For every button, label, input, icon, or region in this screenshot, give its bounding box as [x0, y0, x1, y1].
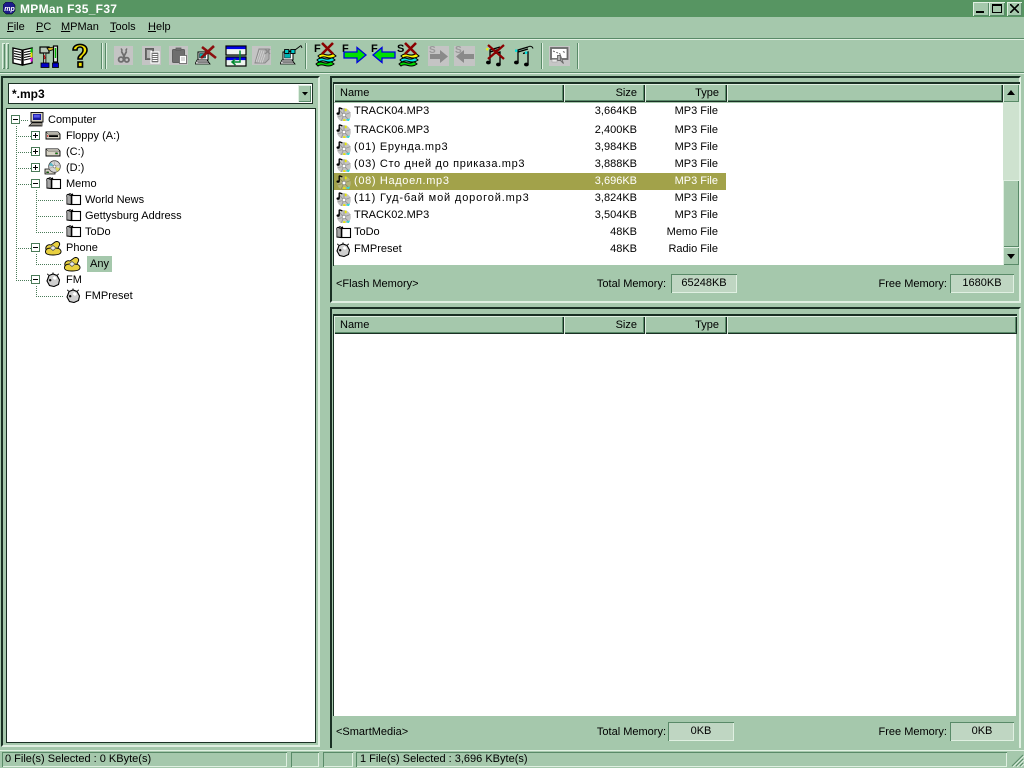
svg-text:mp: mp [4, 6, 15, 13]
svg-text:F: F [314, 43, 321, 55]
svg-text:S: S [397, 43, 404, 55]
